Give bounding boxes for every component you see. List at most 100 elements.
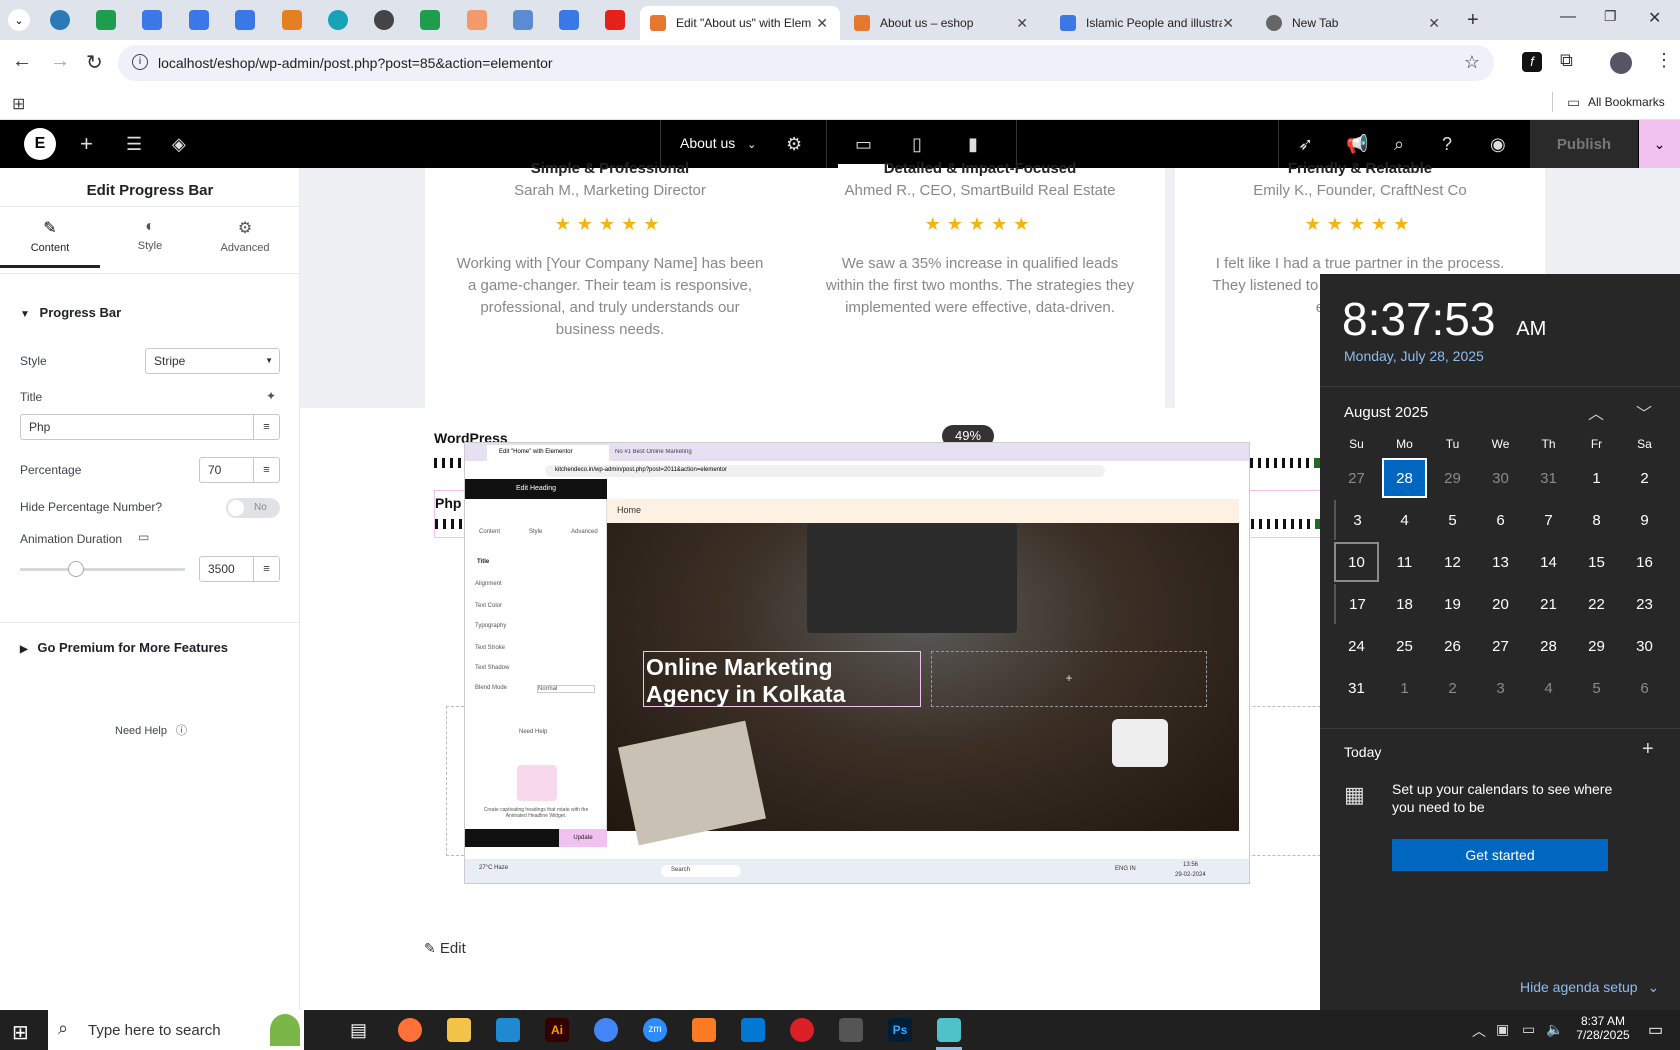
tab-search-icon[interactable]: ⌄ xyxy=(8,9,30,31)
calendar-day[interactable]: 25 xyxy=(1382,626,1427,666)
finder-search-icon[interactable]: ⌕ xyxy=(1394,134,1404,154)
profile-avatar[interactable] xyxy=(1610,52,1632,74)
font-extension-icon[interactable]: f xyxy=(1522,52,1542,72)
calendar-day[interactable]: 24 xyxy=(1334,626,1379,666)
animation-slider-track[interactable] xyxy=(20,568,185,571)
close-tab-icon[interactable]: ✕ xyxy=(1222,15,1234,32)
calendar-day[interactable]: 21 xyxy=(1526,584,1571,624)
calendar-day[interactable]: 4 xyxy=(1526,668,1571,708)
app-icon[interactable] xyxy=(937,1018,961,1042)
taskbar-clock[interactable]: 8:37 AM 7/28/2025 xyxy=(1570,1014,1636,1042)
notifications-megaphone-icon[interactable]: 📢 xyxy=(1346,134,1368,154)
mobile-view-icon[interactable]: ▮ xyxy=(968,134,978,154)
edit-link[interactable]: ✎ Edit xyxy=(424,940,466,957)
animation-duration-input[interactable]: 3500 ≡ xyxy=(199,556,280,582)
next-month-chevron-down-icon[interactable]: ﹀ xyxy=(1636,400,1652,424)
sheets-tab-icon[interactable] xyxy=(96,10,116,30)
style-select[interactable]: Stripe ▼ xyxy=(145,348,280,374)
dynamic-tags-icon[interactable]: ≡ xyxy=(253,458,279,482)
percentage-input[interactable]: 70 ≡ xyxy=(199,457,280,483)
title-input[interactable]: Php ≡ xyxy=(20,414,280,440)
calendar-day[interactable]: 29 xyxy=(1430,458,1475,498)
section-go-premium[interactable]: ▶ Go Premium for More Features xyxy=(20,640,228,655)
calendar-day[interactable]: 27 xyxy=(1334,458,1379,498)
calendar-day[interactable]: 4 xyxy=(1382,500,1427,540)
calendar-day[interactable]: 29 xyxy=(1574,626,1619,666)
calendar-day[interactable]: 8 xyxy=(1574,500,1619,540)
testimonial-card[interactable]: Simple & Professional Sarah M., Marketin… xyxy=(425,160,795,408)
desktop-view-icon[interactable]: ▭ xyxy=(855,134,872,154)
tray-app-icon[interactable]: ▣ xyxy=(1496,1021,1509,1038)
section-progress-bar[interactable]: ▼ Progress Bar xyxy=(20,305,121,320)
elementor-logo-icon[interactable]: E xyxy=(24,128,56,160)
calendar-day[interactable]: 12 xyxy=(1430,542,1475,582)
chrome-menu-icon[interactable]: ⋮ xyxy=(1655,50,1673,71)
task-view-icon[interactable]: ▤ xyxy=(350,1020,367,1041)
hand-tab-icon[interactable] xyxy=(467,10,487,30)
calendar-day[interactable]: 18 xyxy=(1382,584,1427,624)
calendar-day[interactable]: 22 xyxy=(1574,584,1619,624)
calendar-day[interactable]: 30 xyxy=(1622,626,1667,666)
calendar-day[interactable]: 2 xyxy=(1430,668,1475,708)
help-question-icon[interactable]: ? xyxy=(1442,134,1452,154)
forms-tab-icon[interactable] xyxy=(559,10,579,30)
firefox-icon[interactable] xyxy=(398,1018,422,1042)
calendar-day[interactable]: 19 xyxy=(1430,584,1475,624)
calendar-day[interactable]: 30 xyxy=(1478,458,1523,498)
calendar-day[interactable]: 14 xyxy=(1526,542,1571,582)
site-info-icon[interactable]: i xyxy=(132,54,148,70)
apps-grid-icon[interactable]: ⊞ xyxy=(12,94,25,114)
calendar-day[interactable]: 6 xyxy=(1478,500,1523,540)
tab-new-tab[interactable]: New Tab ✕ xyxy=(1256,6,1452,40)
chrome-icon[interactable] xyxy=(594,1018,618,1042)
wordpress-tab-icon[interactable] xyxy=(50,10,70,30)
calendar-day[interactable]: 23 xyxy=(1622,584,1667,624)
back-arrow-icon[interactable]: ← xyxy=(12,50,32,73)
calendar-day[interactable]: 1 xyxy=(1382,668,1427,708)
calendar-day[interactable]: 28 xyxy=(1526,626,1571,666)
grid-tab-icon[interactable] xyxy=(513,10,533,30)
hide-agenda-link[interactable]: Hide agenda setup ⌄ xyxy=(1520,979,1659,996)
calendar-day[interactable]: 26 xyxy=(1430,626,1475,666)
all-bookmarks-link[interactable]: All Bookmarks xyxy=(1588,95,1665,109)
calendar-day[interactable]: 20 xyxy=(1478,584,1523,624)
sheets-tab-icon[interactable] xyxy=(420,10,440,30)
new-tab-plus-icon[interactable]: + xyxy=(1467,9,1479,32)
structure-layers-icon[interactable]: ◈ xyxy=(172,134,186,154)
tray-overflow-chevron-icon[interactable]: ︿ xyxy=(1472,1021,1486,1041)
photoshop-icon[interactable]: Ps xyxy=(888,1018,912,1042)
tab-islamic-people[interactable]: Islamic People and illustra ✕ xyxy=(1050,6,1246,40)
bookmark-star-icon[interactable]: ☆ xyxy=(1464,52,1480,73)
app-tab-icon[interactable] xyxy=(328,10,348,30)
calendar-day[interactable]: 16 xyxy=(1622,542,1667,582)
calendar-day[interactable]: 5 xyxy=(1430,500,1475,540)
publish-options-chevron-icon[interactable]: ⌄ xyxy=(1639,120,1680,168)
previous-month-chevron-up-icon[interactable]: ︿ xyxy=(1588,400,1604,424)
tab-content[interactable]: ✎ Content xyxy=(0,208,100,268)
calendar-day[interactable]: 6 xyxy=(1622,668,1667,708)
outlook-icon[interactable] xyxy=(741,1018,765,1042)
calendar-day[interactable]: 9 xyxy=(1622,500,1667,540)
taskbar-search-input[interactable]: ⌕ Type here to search xyxy=(48,1010,304,1050)
calendar-day[interactable]: 27 xyxy=(1478,626,1523,666)
calendar-day[interactable]: 13 xyxy=(1478,542,1523,582)
close-tab-icon[interactable]: ✕ xyxy=(1428,15,1440,32)
calendar-day[interactable]: 31 xyxy=(1334,668,1379,708)
pen-tool-icon[interactable] xyxy=(839,1018,863,1042)
tablet-view-icon[interactable]: ▯ xyxy=(912,134,922,154)
need-help-link[interactable]: Need Help ⓘ xyxy=(115,722,187,738)
extensions-puzzle-icon[interactable]: ⧉ xyxy=(1560,50,1573,71)
page-settings-gear-icon[interactable]: ⚙ xyxy=(786,134,802,154)
tab-about-us-eshop[interactable]: About us – eshop ✕ xyxy=(844,6,1040,40)
xampp-icon[interactable] xyxy=(692,1018,716,1042)
windows-start-icon[interactable]: ⊞ xyxy=(12,1020,29,1045)
calendar-day[interactable]: 5 xyxy=(1574,668,1619,708)
dynamic-tags-icon[interactable]: ≡ xyxy=(253,557,279,581)
docs-tab-icon[interactable] xyxy=(189,10,209,30)
site-settings-sliders-icon[interactable]: ☰ xyxy=(126,134,142,154)
calendar-day[interactable]: 11 xyxy=(1382,542,1427,582)
responsive-desktop-icon[interactable]: ▭ xyxy=(138,530,149,544)
creative-cloud-icon[interactable] xyxy=(790,1018,814,1042)
docs-tab-icon[interactable] xyxy=(235,10,255,30)
clock-date-link[interactable]: Monday, July 28, 2025 xyxy=(1344,348,1484,364)
